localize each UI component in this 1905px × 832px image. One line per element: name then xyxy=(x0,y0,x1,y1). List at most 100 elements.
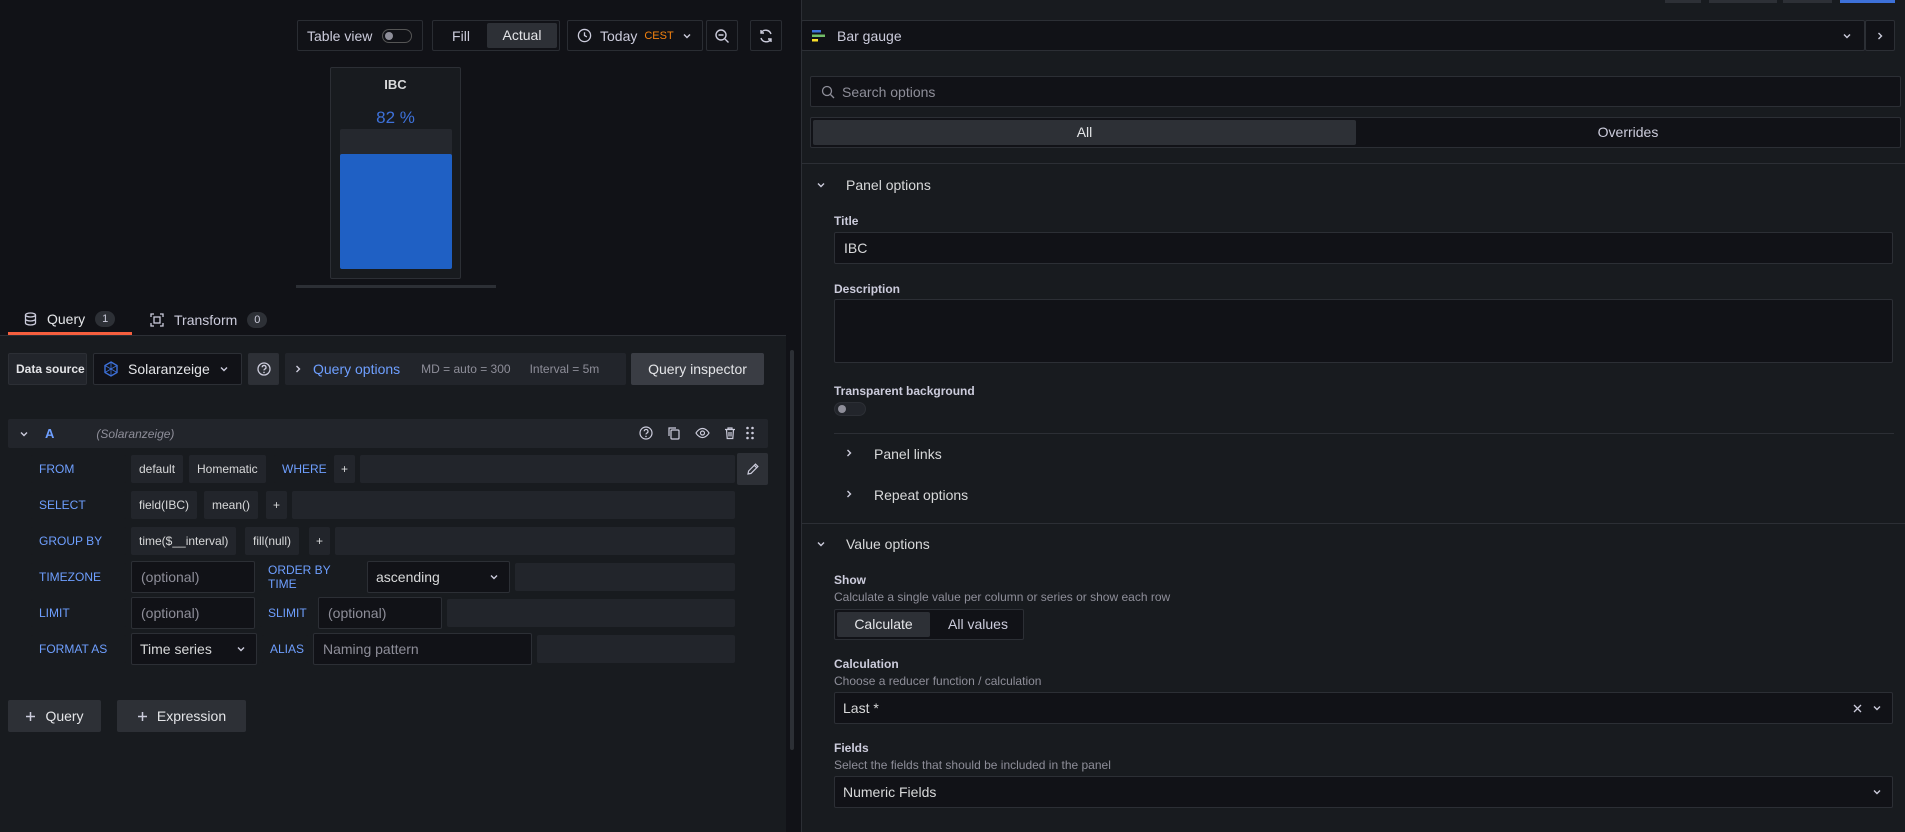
limit-keyword: LIMIT xyxy=(31,599,126,627)
query-inspector-button[interactable]: Query inspector xyxy=(631,353,764,385)
transform-icon xyxy=(150,313,164,327)
chevron-down-icon xyxy=(1872,787,1882,797)
tab-overrides[interactable]: Overrides xyxy=(1358,120,1898,145)
chevron-right-icon xyxy=(1875,31,1885,41)
header-button-primary[interactable] xyxy=(1840,0,1895,3)
header-button-1[interactable] xyxy=(1665,0,1701,3)
slimit-keyword: SLIMIT xyxy=(260,599,313,627)
chevron-right-icon[interactable] xyxy=(844,489,854,499)
groupby-fill-segment[interactable]: fill(null) xyxy=(245,527,300,555)
groupby-add-button[interactable]: + xyxy=(309,527,330,555)
show-all-values-option[interactable]: All values xyxy=(933,612,1023,637)
clock-icon xyxy=(577,28,592,43)
show-radio-group: Calculate All values xyxy=(834,609,1024,640)
from-measurement-segment[interactable]: Homematic xyxy=(189,455,266,483)
query-row-header[interactable]: A (Solaranzeige) xyxy=(8,419,768,448)
value-options-title[interactable]: Value options xyxy=(846,536,930,552)
groupby-keyword: GROUP BY xyxy=(31,527,126,555)
tab-all[interactable]: All xyxy=(813,120,1356,145)
timezone-input[interactable]: (optional) xyxy=(131,561,255,593)
chevron-down-icon xyxy=(489,572,499,582)
orderby-value: ascending xyxy=(376,569,440,585)
fields-select[interactable]: Numeric Fields xyxy=(834,776,1893,808)
time-range-picker[interactable]: Today CEST xyxy=(567,20,703,51)
datasource-help-button[interactable] xyxy=(248,353,279,385)
datasource-name: Solaranzeige xyxy=(128,361,210,377)
help-icon xyxy=(256,362,271,376)
search-options-placeholder: Search options xyxy=(842,83,936,100)
calculation-description: Choose a reducer function / calculation xyxy=(834,674,1042,688)
repeat-options-title[interactable]: Repeat options xyxy=(874,487,968,503)
groupby-row-filler xyxy=(335,527,735,555)
select-field-segment[interactable]: field(IBC) xyxy=(131,491,198,519)
groupby-time-segment[interactable]: time($__interval) xyxy=(131,527,237,555)
header-button-3[interactable] xyxy=(1783,0,1832,3)
chevron-right-icon[interactable] xyxy=(844,448,854,458)
timezone-row-filler xyxy=(515,563,735,591)
query-options-label: Query options xyxy=(313,361,401,377)
format-as-select[interactable]: Time series xyxy=(131,633,257,665)
alias-input[interactable]: Naming pattern xyxy=(313,633,532,665)
zoom-out-icon xyxy=(714,28,730,44)
duplicate-icon[interactable] xyxy=(667,426,681,440)
options-divider xyxy=(801,163,1905,164)
fill-actual-group: Fill Actual xyxy=(432,20,560,51)
preview-resize-bar[interactable] xyxy=(296,285,496,288)
collapse-options-button[interactable] xyxy=(1865,20,1895,51)
header-button-2[interactable] xyxy=(1709,0,1777,3)
datasource-picker[interactable]: Solaranzeige xyxy=(93,353,242,385)
calculation-select[interactable]: Last * xyxy=(834,692,1893,724)
clear-icon[interactable] xyxy=(1853,704,1862,713)
query-options-toggle[interactable]: Query options MD = auto = 300 Interval =… xyxy=(285,353,626,385)
where-keyword: WHERE xyxy=(274,455,329,483)
chevron-down-icon[interactable] xyxy=(816,539,826,549)
timezone-label: CEST xyxy=(644,29,674,42)
refresh-button[interactable] xyxy=(750,20,782,51)
panel-links-title[interactable]: Panel links xyxy=(874,446,942,462)
actual-button[interactable]: Actual xyxy=(487,23,557,48)
collapse-chevron-icon[interactable] xyxy=(19,429,29,439)
limit-input[interactable]: (optional) xyxy=(131,597,255,629)
drag-handle-icon[interactable] xyxy=(745,425,755,441)
calculation-label: Calculation xyxy=(834,657,899,671)
md-text: MD = auto = 300 xyxy=(421,362,511,376)
trash-icon[interactable] xyxy=(723,426,737,440)
table-view-switch[interactable] xyxy=(382,28,413,43)
select-function-segment[interactable]: mean() xyxy=(204,491,259,519)
title-input[interactable]: IBC xyxy=(834,232,1893,264)
help-icon[interactable] xyxy=(639,426,653,440)
add-expression-button[interactable]: Expression xyxy=(117,700,246,732)
calculation-value: Last * xyxy=(843,700,879,716)
transparent-switch[interactable] xyxy=(834,402,866,416)
from-policy-segment[interactable]: default xyxy=(131,455,184,483)
orderby-select[interactable]: ascending xyxy=(367,561,510,593)
chevron-down-icon xyxy=(1842,31,1852,41)
alias-keyword: ALIAS xyxy=(262,635,308,663)
description-textarea[interactable] xyxy=(834,299,1893,363)
select-add-button[interactable]: + xyxy=(266,491,287,519)
tab-query[interactable]: Query 1 xyxy=(8,305,132,335)
timezone-keyword: TIMEZONE xyxy=(31,563,126,591)
table-view-toggle[interactable]: Table view xyxy=(297,20,423,51)
add-query-button[interactable]: Query xyxy=(8,700,101,732)
fields-value: Numeric Fields xyxy=(843,784,937,800)
where-add-button[interactable]: + xyxy=(334,455,355,483)
search-options-input[interactable]: Search options xyxy=(810,76,1901,107)
toggle-raw-query-button[interactable] xyxy=(737,453,768,485)
slimit-input[interactable]: (optional) xyxy=(318,597,442,629)
fields-label: Fields xyxy=(834,741,869,755)
visualization-picker[interactable]: Bar gauge xyxy=(801,20,1865,51)
fill-button[interactable]: Fill xyxy=(435,28,487,44)
left-scrollbar[interactable] xyxy=(790,350,794,750)
panel-options-title[interactable]: Panel options xyxy=(846,177,931,193)
zoom-out-button[interactable] xyxy=(706,20,738,51)
limit-row-filler xyxy=(447,599,735,627)
chevron-down-icon xyxy=(236,644,246,654)
eye-icon[interactable] xyxy=(695,426,710,440)
refresh-icon xyxy=(758,28,774,44)
query-ref-id[interactable]: A xyxy=(45,426,54,441)
query-inspector-label: Query inspector xyxy=(648,361,747,377)
chevron-down-icon[interactable] xyxy=(816,180,826,190)
show-calculate-option[interactable]: Calculate xyxy=(837,612,930,637)
tab-transform[interactable]: Transform 0 xyxy=(146,305,276,335)
